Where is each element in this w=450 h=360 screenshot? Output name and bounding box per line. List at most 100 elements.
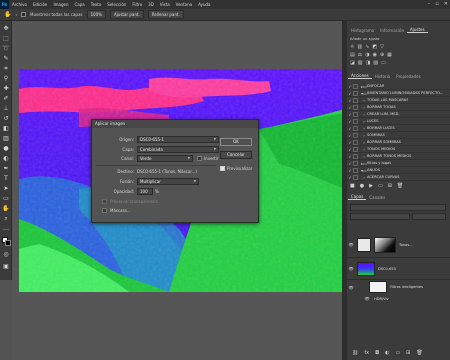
shape-tool-icon[interactable]: ▭ (2, 195, 10, 203)
exposure-icon[interactable]: ◩ (372, 44, 377, 50)
tab-canales[interactable]: Canales (366, 195, 388, 200)
dialog-toggle[interactable] (353, 160, 358, 166)
tab-acciones[interactable]: Acciones (348, 73, 372, 79)
curves-icon[interactable]: ∿ (365, 44, 369, 50)
preview-checkbox[interactable] (220, 166, 225, 171)
threshold-icon[interactable]: ◨ (365, 60, 370, 66)
dialog-toggle[interactable] (353, 167, 358, 173)
maximize-icon[interactable]: ▫ (435, 1, 438, 7)
opacity-input[interactable]: 100 (137, 188, 153, 195)
adjustment-layer-icon[interactable]: ◐ (385, 350, 389, 356)
layer-opacity-input[interactable] (412, 213, 446, 220)
cancel-button[interactable]: Cancelar (220, 151, 252, 159)
dialog-toggle[interactable] (353, 146, 358, 152)
source-select[interactable]: DSC0-655-1 ▼ (137, 136, 219, 143)
menu-imagen[interactable]: Imagen (50, 2, 71, 7)
layer-row[interactable]: 👁 HDR/Viv (347, 294, 450, 303)
action-row[interactable]: ✓ ▸▭ filtros y logos (347, 160, 450, 167)
action-row[interactable]: ✓ ▾▭ ANUOS (347, 167, 450, 174)
sample-all-layers-checkbox[interactable] (21, 12, 26, 17)
channel-mixer-icon[interactable]: ⊕ (380, 52, 384, 58)
action-row[interactable]: ✓ › BORRAR SOMBRAS (347, 139, 450, 146)
eye-icon[interactable]: 👁 (347, 266, 355, 271)
eye-icon[interactable]: 👁 (347, 285, 355, 290)
tab-propiedades[interactable]: Propiedades (393, 74, 424, 79)
link-icon[interactable]: ⛓ (352, 350, 358, 356)
layer-filter-select[interactable] (350, 204, 446, 211)
close-icon[interactable]: ✕ (444, 1, 448, 7)
layer-row[interactable]: 👁 Filtros inteligentes (347, 280, 450, 294)
hand-tool-icon[interactable]: ✋ (2, 205, 10, 213)
blending-select[interactable]: Multiplicar ▼ (137, 178, 199, 185)
fit-screen-button[interactable]: Ajustar pant. (109, 10, 144, 19)
dialog-toggle[interactable] (353, 153, 358, 159)
action-row[interactable]: ✓ › BORRAR LUCES (347, 125, 450, 132)
menu-seleccion[interactable]: Selección (104, 2, 129, 7)
quick-select-tool-icon[interactable]: ✎ (2, 55, 10, 63)
options-dropdown-icon[interactable]: ▾ (15, 13, 17, 17)
menu-3d[interactable]: 3D (145, 2, 157, 7)
brush-tool-icon[interactable]: ✐ (2, 95, 10, 103)
path-select-icon[interactable]: ➤ (2, 185, 10, 193)
action-row[interactable]: ✓ › ACERCAR CURVAS (347, 174, 450, 181)
new-layer-icon[interactable]: ⊞ (406, 350, 410, 356)
lasso-tool-icon[interactable]: ➰ (2, 45, 10, 53)
new-set-icon[interactable]: ▭ (378, 183, 383, 189)
background-color-swatch[interactable] (5, 240, 11, 246)
quick-mask-icon[interactable]: ◎ (2, 251, 10, 259)
fx-icon[interactable]: fx (364, 350, 369, 356)
blur-tool-icon[interactable]: ● (2, 145, 10, 153)
selective-color-icon[interactable]: ▨ (373, 60, 378, 66)
layer-blend-mode-select[interactable] (350, 213, 410, 220)
hue-saturation-icon[interactable]: ▤ (350, 52, 355, 58)
action-row[interactable]: ✓ › TODAS LAS MÁSCARAS (347, 97, 450, 104)
trash-icon[interactable]: 🗑 (416, 350, 422, 356)
dialog-toggle[interactable] (353, 83, 358, 89)
move-tool-icon[interactable]: ✥ (2, 25, 10, 33)
zoom-tool-icon[interactable]: ⌕ (2, 215, 10, 223)
clone-stamp-icon[interactable]: ⊥ (2, 105, 10, 113)
preserve-transparency-checkbox[interactable] (102, 199, 107, 204)
action-row[interactable]: ✓ ▾▭ INVENTARIO LUMINOSIDADES PERFECTO... (347, 90, 450, 97)
eyedropper-tool-icon[interactable]: ⚲ (2, 75, 10, 83)
layer-mask-thumbnail[interactable] (374, 236, 396, 253)
action-row[interactable]: ✓ › CREAR LUM. MED. (347, 111, 450, 118)
invert-checkbox[interactable] (197, 156, 202, 161)
trash-icon[interactable]: 🗑 (397, 183, 403, 189)
layer-row[interactable]: 👁 Tonos... (347, 232, 450, 258)
action-row[interactable]: ✓ › TONOS MEDIOS (347, 146, 450, 153)
healing-brush-icon[interactable]: ✚ (2, 85, 10, 93)
menu-texto[interactable]: Texto (88, 2, 105, 7)
type-tool-icon[interactable]: T (2, 175, 10, 183)
dialog-toggle[interactable] (353, 90, 358, 96)
dialog-toggle[interactable] (353, 111, 358, 117)
more-tools-icon[interactable]: … (2, 225, 10, 233)
invert-icon[interactable]: ◪ (350, 60, 355, 66)
action-row[interactable]: ✓ › SOMBRAS (347, 132, 450, 139)
vibrance-icon[interactable]: ▽ (380, 44, 384, 50)
minimize-icon[interactable]: – (428, 1, 431, 7)
photo-filter-icon[interactable]: ◉ (373, 52, 377, 58)
action-row[interactable]: ✓ › BORRAR TONOS MEDIOS (347, 153, 450, 160)
gradient-tool-icon[interactable]: ▥ (2, 135, 10, 143)
layer-select[interactable]: Combinada ▼ (137, 146, 219, 153)
black-white-icon[interactable]: ◑ (365, 52, 369, 58)
tab-informacion[interactable]: Información (377, 28, 407, 33)
tab-capas[interactable]: Capas (348, 194, 367, 200)
mask-checkbox[interactable] (102, 208, 107, 213)
tab-historia[interactable]: Historia (372, 74, 393, 79)
crop-tool-icon[interactable]: ⌗ (2, 65, 10, 73)
gradient-map-icon[interactable]: ▭ (381, 60, 386, 66)
action-row[interactable]: ✓ ▸▭ ENFOCAR (347, 83, 450, 90)
dialog-toggle[interactable] (353, 104, 358, 110)
ok-button[interactable]: OK (220, 138, 252, 146)
tab-ajustes[interactable]: Ajustes (407, 27, 428, 33)
pen-tool-icon[interactable]: ✒ (2, 165, 10, 173)
zoom-100-button[interactable]: 100% (86, 10, 106, 19)
dialog-toggle[interactable] (353, 132, 358, 138)
menu-ayuda[interactable]: Ayuda (195, 2, 213, 7)
mask-icon[interactable]: ◘ (375, 350, 379, 356)
brightness-icon[interactable]: ☼ (350, 44, 354, 50)
menu-filtro[interactable]: Filtro (129, 2, 145, 7)
menu-archivo[interactable]: Archivo (9, 2, 30, 7)
